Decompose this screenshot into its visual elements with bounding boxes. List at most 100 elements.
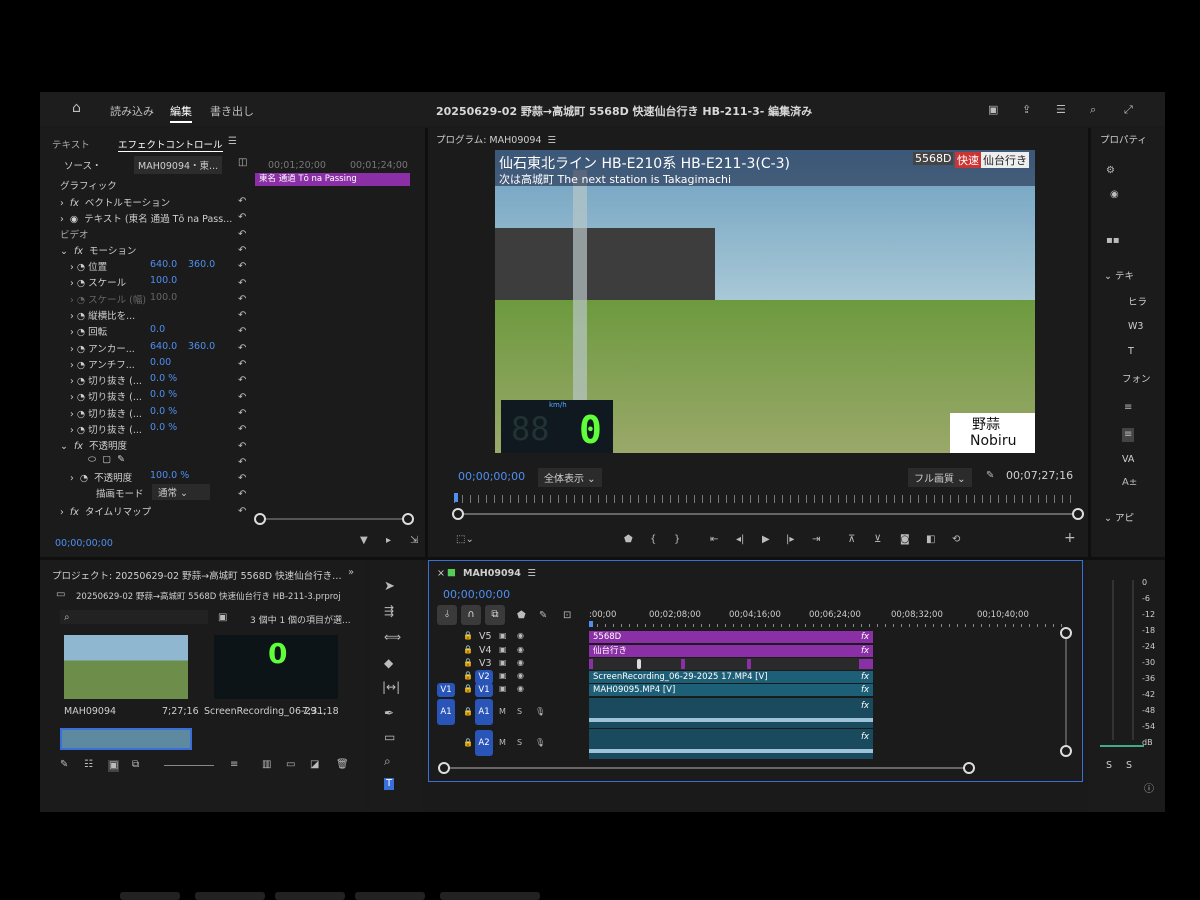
mic-icon[interactable]: 🎙 bbox=[535, 738, 545, 748]
property-row[interactable]: › ◔ スケール (幅) bbox=[70, 292, 146, 306]
property-row[interactable]: › ◔ 切り抜き (... bbox=[70, 422, 142, 436]
thumbnail-3[interactable] bbox=[60, 728, 192, 750]
solo-icon[interactable]: S bbox=[517, 738, 522, 748]
track-name[interactable]: V1 bbox=[475, 683, 493, 697]
property-row[interactable]: › ◔ 回転 bbox=[70, 324, 107, 338]
property-row[interactable]: › ◔ 位置 bbox=[70, 259, 107, 273]
lift-icon[interactable]: ⊼ bbox=[848, 535, 855, 545]
solo-right[interactable]: S bbox=[1126, 760, 1132, 771]
property-value[interactable]: 640.0 bbox=[150, 259, 177, 270]
tab-effect-controls[interactable]: エフェクトコントロール bbox=[118, 137, 223, 152]
thumbnail-1[interactable] bbox=[64, 635, 188, 699]
eye-icon[interactable]: ◉ bbox=[517, 684, 524, 694]
property-row[interactable]: › ◔ 切り抜き (... bbox=[70, 373, 142, 387]
eye-icon[interactable]: ◉ bbox=[517, 645, 524, 655]
filter-icon[interactable]: ▼ bbox=[360, 536, 368, 546]
icon-view-icon[interactable]: ▣ bbox=[108, 760, 120, 772]
property-row[interactable]: › ◔ アンチフ... bbox=[70, 357, 135, 371]
more-panels-icon[interactable]: » bbox=[348, 568, 354, 578]
freeform-view-icon[interactable]: ⧉ bbox=[132, 760, 139, 770]
lock-icon[interactable]: 🔒 bbox=[463, 707, 473, 717]
align-center-icon[interactable]: ≡ bbox=[1122, 428, 1135, 442]
property-row[interactable]: › ◔ 縦横比を... bbox=[70, 308, 135, 322]
clip-a2[interactable]: fx bbox=[589, 729, 873, 759]
reset-icon[interactable]: ↶ bbox=[238, 392, 246, 403]
mute-icon[interactable]: M bbox=[499, 707, 506, 717]
list-view-icon[interactable]: ☷ bbox=[84, 760, 93, 770]
mic-icon[interactable]: 🎙 bbox=[535, 707, 545, 717]
reset-icon[interactable]: ↶ bbox=[238, 245, 246, 256]
clip-v3-seg-3[interactable] bbox=[681, 659, 685, 669]
mark-out-icon[interactable]: } bbox=[674, 535, 680, 545]
play-icon[interactable]: ▶ bbox=[762, 535, 770, 545]
captions-icon[interactable]: ⊡ bbox=[563, 611, 571, 621]
sync-lock-icon[interactable]: ▣ bbox=[499, 631, 507, 641]
track-name[interactable]: A2 bbox=[475, 730, 493, 756]
reset-icon[interactable]: ↶ bbox=[238, 197, 246, 207]
property-value[interactable]: 0.0 % bbox=[150, 422, 177, 433]
mute-icon[interactable]: M bbox=[499, 738, 506, 748]
properties-effect-icon[interactable]: ⚙ bbox=[1106, 166, 1115, 176]
property-value[interactable]: 0.0 bbox=[150, 324, 165, 335]
reset-icon[interactable]: ↶ bbox=[238, 343, 246, 354]
info-icon[interactable]: ⓘ bbox=[1144, 785, 1154, 795]
safe-margins-icon[interactable]: ⬚⌄ bbox=[456, 535, 474, 545]
fx-row-text[interactable]: › ◉ テキスト (東名 通過 Tō na Pass... bbox=[60, 211, 232, 225]
reset-icon[interactable]: ↶ bbox=[238, 311, 246, 321]
marker-icon[interactable]: ⬟ bbox=[624, 535, 633, 545]
reset-icon[interactable]: ↶ bbox=[238, 278, 246, 289]
clip-v1[interactable]: MAH09095.MP4 [V] fx bbox=[589, 684, 873, 696]
timeline-close-icon[interactable]: × bbox=[437, 568, 445, 579]
mask-tools[interactable]: ⬭ ▢ ✎ bbox=[88, 454, 125, 465]
property-row[interactable]: › ◔ 切り抜き (... bbox=[70, 406, 142, 420]
nest-toggle-button[interactable]: ⫰ bbox=[437, 605, 457, 625]
share-icon[interactable]: ⇪ bbox=[1022, 103, 1031, 116]
tab-edit[interactable]: 編集 bbox=[170, 103, 192, 123]
reset-icon[interactable]: ↶ bbox=[238, 474, 246, 484]
rectangle-icon[interactable]: ▭ bbox=[384, 731, 395, 743]
sync-lock-icon[interactable]: ▣ bbox=[499, 684, 507, 694]
menu-icon[interactable]: ☰ bbox=[1056, 103, 1066, 116]
effect-timecode[interactable]: 00;00;00;00 bbox=[55, 538, 113, 549]
property-value[interactable]: 640.0 bbox=[150, 341, 177, 352]
property-value[interactable]: 360.0 bbox=[188, 259, 215, 270]
program-scroll-end[interactable] bbox=[1072, 508, 1084, 520]
selection-tool-icon[interactable]: ➤ bbox=[384, 580, 395, 593]
program-timecode-in[interactable]: 00;00;00;00 bbox=[458, 470, 525, 483]
clip-v3-seg-2[interactable] bbox=[637, 659, 641, 669]
clip-v4[interactable]: 仙台行き fx bbox=[589, 645, 873, 657]
item-1-name[interactable]: MAH09094 bbox=[64, 706, 116, 717]
opacity-value[interactable]: 100.0 % bbox=[150, 470, 189, 481]
ripple-edit-icon[interactable]: ⟺ bbox=[384, 631, 401, 643]
thumbnail-2[interactable]: 0 bbox=[214, 635, 338, 699]
reset-icon[interactable]: ↶ bbox=[238, 294, 246, 305]
camera-icon[interactable]: ◙ bbox=[900, 535, 910, 545]
opacity-value-row[interactable]: › ◔ 不透明度 bbox=[70, 470, 132, 484]
pencil-icon[interactable]: ✎ bbox=[60, 760, 68, 770]
source-label[interactable]: ソース・ bbox=[64, 158, 102, 172]
reset-icon[interactable]: ↶ bbox=[238, 425, 246, 435]
tab-import[interactable]: 読み込み bbox=[110, 103, 154, 119]
property-row[interactable]: › ◔ スケール bbox=[70, 275, 126, 289]
clip-selector[interactable]: MAH09094・東... bbox=[134, 156, 223, 174]
solo-icon[interactable]: S bbox=[517, 707, 522, 717]
compare-icon[interactable]: ◧ bbox=[926, 535, 935, 545]
lock-icon[interactable]: 🔒 bbox=[463, 631, 473, 641]
clip-v3-seg-5[interactable] bbox=[859, 659, 873, 669]
tab-text[interactable]: テキスト bbox=[52, 137, 90, 151]
track-select-icon[interactable]: ⇶ bbox=[384, 605, 394, 617]
program-scroll-start[interactable] bbox=[452, 508, 464, 520]
reset-icon[interactable]: ↶ bbox=[238, 327, 246, 337]
align-left-icon[interactable]: ≡ bbox=[1124, 403, 1132, 413]
reset-icon[interactable]: ↶ bbox=[238, 490, 246, 500]
step-back-icon[interactable]: ◂| bbox=[736, 535, 744, 545]
reset-icon[interactable]: ↶ bbox=[238, 262, 246, 272]
effect-scroll-end[interactable] bbox=[402, 513, 414, 525]
track-name[interactable]: V2 bbox=[475, 670, 493, 684]
panel-menu-icon[interactable]: ☰ bbox=[228, 137, 237, 147]
go-to-out-icon[interactable]: ⇥ bbox=[812, 535, 820, 545]
play-audio-icon[interactable]: ▸ bbox=[386, 536, 391, 546]
clip-v3-seg-4[interactable] bbox=[747, 659, 751, 669]
eye-icon[interactable]: ◉ bbox=[517, 658, 524, 668]
program-scrollbar[interactable] bbox=[458, 513, 1074, 515]
